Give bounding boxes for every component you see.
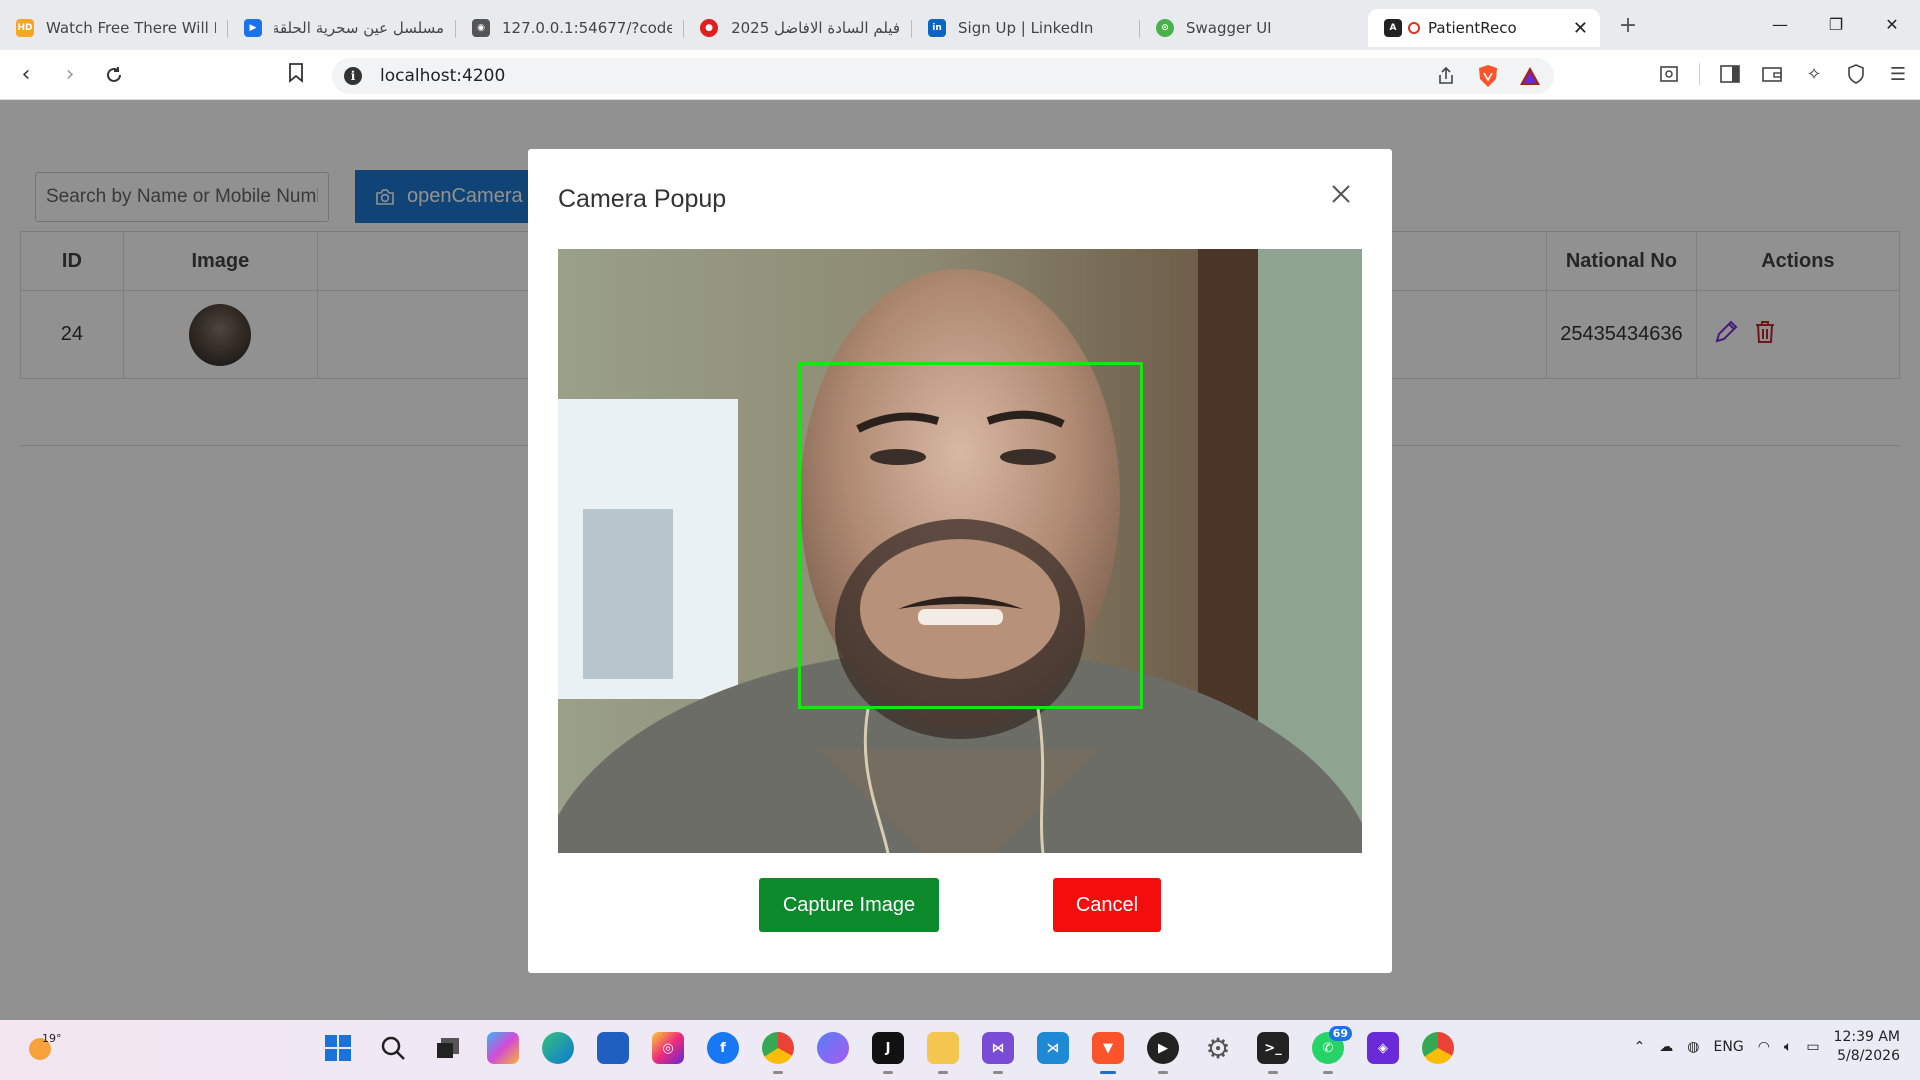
chrome-profile-icon[interactable] bbox=[1422, 1032, 1454, 1064]
phone-link-icon[interactable]: ◈ bbox=[1367, 1032, 1399, 1064]
reload-icon[interactable] bbox=[96, 57, 132, 93]
window-close-icon[interactable]: ✕ bbox=[1864, 0, 1920, 48]
menu-icon[interactable]: ☰ bbox=[1886, 62, 1910, 86]
angular-favicon-icon: A bbox=[1384, 19, 1402, 37]
back-arrow-icon[interactable]: ‹ bbox=[8, 57, 44, 93]
tab-title: PatientReco bbox=[1428, 19, 1517, 37]
language-indicator[interactable]: ENG bbox=[1714, 1039, 1744, 1055]
modal-close-icon[interactable] bbox=[1330, 183, 1356, 209]
clock-date: 5/8/2026 bbox=[1837, 1048, 1900, 1064]
tab-favicon-icon: ⊙ bbox=[1156, 19, 1174, 37]
tab-title: Watch Free There Will Be Blood bbox=[46, 19, 216, 37]
tab-5[interactable]: ⊙ Swagger UI bbox=[1140, 9, 1368, 47]
leo-ai-icon[interactable]: ✧ bbox=[1802, 62, 1826, 86]
whatsapp-badge: 69 bbox=[1328, 1026, 1352, 1041]
facebook-icon[interactable]: f bbox=[707, 1032, 739, 1064]
camera-feed bbox=[558, 249, 1362, 853]
windows-start-icon[interactable] bbox=[322, 1032, 354, 1064]
battery-icon[interactable]: ▭ bbox=[1806, 1039, 1819, 1055]
media-player-icon[interactable]: ▶ bbox=[1147, 1032, 1179, 1074]
capture-image-button[interactable]: Capture Image bbox=[759, 878, 939, 932]
volume-icon[interactable]: 🔈︎ bbox=[1784, 1039, 1792, 1055]
tab-favicon-icon: ▶ bbox=[244, 19, 262, 37]
toolbar-divider bbox=[1699, 63, 1700, 85]
recording-icon bbox=[1408, 22, 1420, 34]
tab-2[interactable]: ◉ 127.0.0.1:54677/?code=8e bbox=[456, 9, 684, 47]
browser-toolbar: ‹ › i localhost:4200 ✧ ☰ bbox=[0, 50, 1920, 100]
wifi-icon[interactable]: ◠ bbox=[1758, 1039, 1770, 1055]
minimize-icon[interactable]: — bbox=[1752, 0, 1808, 48]
vpn-icon[interactable] bbox=[1844, 62, 1868, 86]
tab-title: مسلسل عين سحرية الحلقة bbox=[274, 19, 444, 37]
windows-taskbar: 19° ◎ f J ⋈ ⋊ ▼ ▶ ⚙ >_ ✆69 ◈ ⌃ ☁ ◍ ENG bbox=[0, 1020, 1920, 1080]
tab-4[interactable]: in Sign Up | LinkedIn bbox=[912, 9, 1140, 47]
restore-icon[interactable]: ❐ bbox=[1808, 0, 1864, 48]
face-detection-box bbox=[798, 362, 1143, 709]
search-icon[interactable] bbox=[377, 1032, 409, 1064]
tab-title: 127.0.0.1:54677/?code=8e bbox=[502, 19, 672, 37]
modal-title: Camera Popup bbox=[558, 185, 727, 213]
reader-mode-icon[interactable] bbox=[1657, 62, 1681, 86]
brave-shields-icon[interactable] bbox=[1476, 64, 1500, 88]
vpn-tray-icon[interactable]: ◍ bbox=[1687, 1039, 1699, 1055]
tab-1[interactable]: ▶ مسلسل عين سحرية الحلقة bbox=[228, 9, 456, 47]
edge-icon[interactable] bbox=[542, 1032, 574, 1064]
brave-icon[interactable]: ▼ bbox=[1092, 1032, 1124, 1074]
system-tray: ⌃ ☁ ◍ ENG ◠ 🔈︎ ▭ 12:39 AM 5/8/2026 bbox=[1634, 1028, 1900, 1066]
weather-widget[interactable]: 19° bbox=[24, 1032, 62, 1068]
window-controls: — ❐ ✕ bbox=[1752, 0, 1920, 48]
tray-chevron-up-icon[interactable]: ⌃ bbox=[1634, 1039, 1646, 1055]
tab-favicon-icon: in bbox=[928, 19, 946, 37]
vscode-icon[interactable]: ⋊ bbox=[1037, 1032, 1069, 1064]
task-view-icon[interactable] bbox=[432, 1032, 464, 1064]
share-icon[interactable] bbox=[1434, 64, 1458, 88]
tab-active[interactable]: A PatientReco ✕ bbox=[1368, 9, 1600, 47]
tab-close-icon[interactable]: ✕ bbox=[1573, 18, 1588, 39]
bookmark-icon[interactable] bbox=[288, 63, 308, 87]
chrome-icon[interactable] bbox=[762, 1032, 794, 1074]
settings-gear-icon[interactable]: ⚙ bbox=[1202, 1032, 1234, 1065]
tab-favicon-icon: HD bbox=[16, 19, 34, 37]
visual-studio-icon[interactable]: ⋈ bbox=[982, 1032, 1014, 1074]
address-bar[interactable]: i localhost:4200 bbox=[332, 58, 1554, 94]
site-info-icon[interactable]: i bbox=[344, 67, 362, 85]
browser-tab-bar: HD Watch Free There Will Be Blood ▶ مسلس… bbox=[0, 0, 1920, 50]
camera-popup-modal: Camera Popup Capture Image Cancel bbox=[528, 149, 1392, 973]
taskbar-apps: ◎ f J ⋈ ⋊ ▼ ▶ ⚙ >_ ✆ 69 ◈ bbox=[322, 1026, 1454, 1074]
whatsapp-icon[interactable]: ✆ 69 bbox=[1312, 1026, 1352, 1074]
url-text: localhost:4200 bbox=[380, 66, 506, 86]
instagram-icon[interactable]: ◎ bbox=[652, 1032, 684, 1064]
sidebar-icon[interactable] bbox=[1718, 62, 1742, 86]
tab-favicon-icon: ● bbox=[700, 19, 718, 37]
copilot-icon[interactable] bbox=[487, 1032, 519, 1064]
copilot-app-icon[interactable] bbox=[817, 1032, 849, 1064]
new-tab-button[interactable]: + bbox=[1608, 13, 1648, 38]
tab-3[interactable]: ● فيلم السادة الافاضل 2025 كا bbox=[684, 9, 912, 47]
wallet-icon[interactable] bbox=[1760, 62, 1784, 86]
tab-0[interactable]: HD Watch Free There Will Be Blood bbox=[0, 9, 228, 47]
cancel-button[interactable]: Cancel bbox=[1053, 878, 1161, 932]
tab-title: Sign Up | LinkedIn bbox=[958, 19, 1094, 37]
tab-title: فيلم السادة الافاضل 2025 كا bbox=[730, 19, 900, 37]
store-icon[interactable] bbox=[597, 1032, 629, 1064]
jetbrains-icon[interactable]: J bbox=[872, 1032, 904, 1074]
tab-title: Swagger UI bbox=[1186, 19, 1272, 37]
terminal-icon[interactable]: >_ bbox=[1257, 1032, 1289, 1074]
tab-favicon-icon: ◉ bbox=[472, 19, 490, 37]
forward-arrow-icon[interactable]: › bbox=[52, 57, 88, 93]
clock[interactable]: 12:39 AM 5/8/2026 bbox=[1834, 1028, 1900, 1066]
weather-temp: 19° bbox=[42, 1032, 62, 1045]
file-explorer-icon[interactable] bbox=[927, 1032, 959, 1074]
brave-rewards-icon[interactable] bbox=[1518, 64, 1542, 88]
clock-time: 12:39 AM bbox=[1833, 1029, 1900, 1045]
onedrive-icon[interactable]: ☁ bbox=[1659, 1039, 1673, 1055]
